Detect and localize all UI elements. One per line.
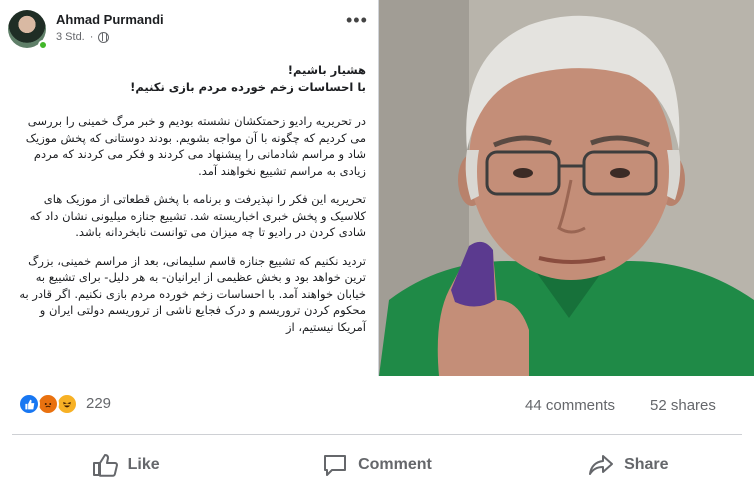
angry-icon[interactable] — [37, 393, 59, 415]
post-stats: 229 44 comments 52 shares — [0, 380, 754, 426]
like-icon[interactable] — [18, 393, 40, 415]
like-button[interactable]: Like — [0, 436, 251, 494]
share-label: Share — [624, 456, 669, 473]
post-paragraph-3: تردید نکنیم که تشییع جنازه قاسم سلیمانی،… — [19, 253, 366, 334]
headline-line-1: هشیار باشیم! — [287, 63, 366, 77]
comment-icon — [324, 455, 347, 476]
portrait-illustration — [379, 0, 754, 376]
facebook-post: Ahmad Purmandi 3 Std. · ••• هشیار باشیم!… — [0, 0, 754, 496]
post-text-panel: Ahmad Purmandi 3 Std. · ••• هشیار باشیم!… — [0, 0, 379, 376]
comment-button[interactable]: Comment — [251, 436, 502, 494]
share-button[interactable]: Share — [503, 436, 754, 494]
author-name[interactable]: Ahmad Purmandi — [56, 12, 164, 27]
reaction-count[interactable]: 229 — [86, 395, 111, 412]
post-paragraph-1: در تحریریه رادیو زحمتکشان نشسته بودیم و … — [25, 114, 366, 178]
online-status-icon — [38, 40, 48, 50]
like-label: Like — [127, 456, 160, 473]
post-meta: 3 Std. · — [56, 31, 110, 43]
globe-icon[interactable] — [98, 31, 110, 43]
haha-icon[interactable] — [56, 393, 78, 415]
comment-label: Comment — [358, 456, 432, 473]
post-actions: Like Comment Share — [0, 436, 754, 494]
share-icon — [589, 455, 614, 475]
post-photo[interactable] — [379, 0, 754, 376]
comments-count[interactable]: 44 comments — [525, 397, 615, 414]
post-paragraph-2: تحریریه این فکر را نپذیرفت و برنامه با پ… — [29, 192, 366, 239]
shares-count[interactable]: 52 shares — [650, 397, 716, 414]
thumbs-up-icon — [92, 454, 118, 477]
post-time[interactable]: 3 Std. — [56, 31, 85, 43]
actions-divider — [12, 434, 742, 435]
post-header: Ahmad Purmandi 3 Std. · ••• — [0, 0, 378, 54]
headline-line-2: با احساسات زخم خورده مردم بازی نکنیم! — [130, 79, 366, 94]
post-body: هشیار باشیم! با احساسات زخم خورده مردم ب… — [16, 62, 366, 347]
meta-separator: · — [89, 31, 94, 43]
post-headline: هشیار باشیم! با احساسات زخم خورده مردم ب… — [16, 62, 366, 95]
more-options-button[interactable]: ••• — [346, 11, 368, 29]
